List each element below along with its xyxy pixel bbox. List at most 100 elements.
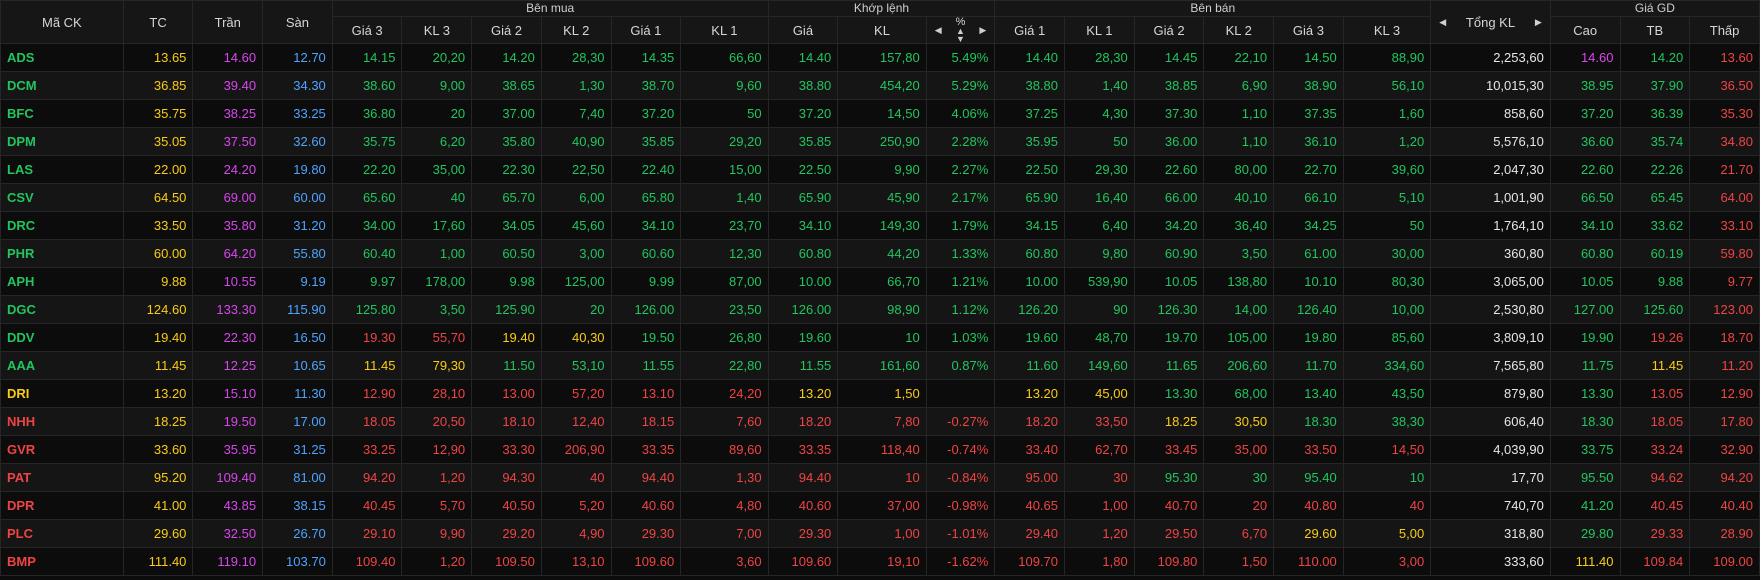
percent-sort-control[interactable]: % ▲ ▼ xyxy=(956,18,966,43)
caret-left-icon[interactable]: ◀ xyxy=(1439,15,1446,30)
col-low-header[interactable]: Thấp xyxy=(1689,16,1760,44)
col-floor-header[interactable]: Sàn xyxy=(262,0,333,44)
col-ref-header[interactable]: TC xyxy=(122,0,194,44)
table-row[interactable]: BFC 35.75 38.25 33.25 36.80 20 37.00 7,40 37.20 5… xyxy=(0,99,1760,128)
table-row[interactable]: PAT 95.20 109.40 81.00 94.20 1,20 94.30 40 94.40… xyxy=(0,463,1760,492)
match-percent-cell: 5.29% xyxy=(925,71,996,100)
sell-price1-cell: 65.90 xyxy=(994,183,1066,212)
buy-vol2-cell: 22,50 xyxy=(540,155,612,184)
floor-price-cell: 34.30 xyxy=(262,71,333,100)
col-sell-price2-header[interactable]: Giá 2 xyxy=(1133,16,1205,44)
high-price-cell: 66.50 xyxy=(1549,183,1621,212)
symbol-cell[interactable]: DRI xyxy=(0,379,124,408)
col-ceil-header[interactable]: Trần xyxy=(192,0,264,44)
buy-price3-cell: 125.80 xyxy=(331,295,403,324)
symbol-cell[interactable]: DGC xyxy=(0,295,124,324)
col-match-volume-header[interactable]: KL xyxy=(837,16,927,44)
buy-price2-cell: 65.70 xyxy=(471,183,542,212)
symbol-cell[interactable]: BFC xyxy=(0,99,124,128)
buy-price2-cell: 18.10 xyxy=(471,407,542,436)
symbol-cell[interactable]: PHR xyxy=(0,239,124,268)
symbol-cell[interactable]: AAA xyxy=(0,351,124,380)
match-price-cell: 22.50 xyxy=(767,155,839,184)
col-buy-vol2-header[interactable]: KL 2 xyxy=(540,16,612,44)
sell-vol3-cell: 1,60 xyxy=(1342,99,1432,128)
symbol-cell[interactable]: DCM xyxy=(0,71,124,100)
table-row[interactable]: AAA 11.45 12.25 10.65 11.45 79,30 11.50 53,10 11… xyxy=(0,351,1760,380)
caret-left-icon[interactable]: ◀ xyxy=(935,25,942,36)
col-sell-vol1-header[interactable]: KL 1 xyxy=(1064,16,1135,44)
avg-price-cell: 29.33 xyxy=(1619,519,1691,548)
col-total-volume-label[interactable]: Tổng KL xyxy=(1466,15,1515,30)
sell-vol1-cell: 1,20 xyxy=(1064,519,1135,548)
symbol-cell[interactable]: DPR xyxy=(0,491,124,520)
sell-vol1-cell: 28,30 xyxy=(1064,43,1135,72)
match-percent-cell: 1.33% xyxy=(925,239,996,268)
col-buy-vol1-header[interactable]: KL 1 xyxy=(680,16,769,44)
symbol-cell[interactable]: DDV xyxy=(0,323,124,352)
sell-price3-cell: 38.90 xyxy=(1273,71,1344,100)
sell-price3-cell: 33.50 xyxy=(1273,435,1344,464)
symbol-cell[interactable]: NHH xyxy=(0,407,124,436)
buy-price2-cell: 33.30 xyxy=(471,435,542,464)
table-row[interactable]: DRC 33.50 35.80 31.20 34.00 17,60 34.05 45,60 34… xyxy=(0,211,1760,240)
symbol-cell[interactable]: BMP xyxy=(0,547,124,576)
low-price-cell: 109.00 xyxy=(1689,547,1760,576)
col-buy-price3-header[interactable]: Giá 3 xyxy=(331,16,403,44)
buy-price1-cell: 109.60 xyxy=(610,547,682,576)
table-row[interactable]: CSV 64.50 69.00 60.00 65.60 40 65.70 6,00 65.80 1… xyxy=(0,183,1760,212)
col-buy-price1-header[interactable]: Giá 1 xyxy=(610,16,682,44)
sell-price3-cell: 10.10 xyxy=(1273,267,1344,296)
table-row[interactable]: DPR 41.00 43.85 38.15 40.45 5,70 40.50 5,20 40.6… xyxy=(0,491,1760,520)
col-buy-vol3-header[interactable]: KL 3 xyxy=(401,16,473,44)
buy-vol3-cell: 9,90 xyxy=(401,519,473,548)
table-row[interactable]: DPM 35.05 37.50 32.60 35.75 6,20 35.80 40,90 35.… xyxy=(0,127,1760,156)
symbol-cell[interactable]: ADS xyxy=(0,43,124,72)
table-row[interactable]: APH 9.88 10.55 9.19 9.97 178,00 9.98 125,00 9.99… xyxy=(0,267,1760,296)
sell-price3-cell: 126.40 xyxy=(1273,295,1344,324)
sell-vol1-cell: 29,30 xyxy=(1064,155,1135,184)
ceil-price-cell: 10.55 xyxy=(192,267,264,296)
caret-right-icon[interactable]: ▶ xyxy=(1535,15,1542,30)
table-row[interactable]: DDV 19.40 22.30 16.50 19.30 55,70 19.40 40,30 19… xyxy=(0,323,1760,352)
ref-price-cell: 36.85 xyxy=(122,71,194,100)
table-row[interactable]: LAS 22.00 24.20 19.80 22.20 35,00 22.30 22,50 22… xyxy=(0,155,1760,184)
table-row[interactable]: PLC 29.60 32.50 26.70 29.10 9,90 29.20 4,90 29.3… xyxy=(0,519,1760,548)
col-sell-price1-header[interactable]: Giá 1 xyxy=(994,16,1066,44)
symbol-cell[interactable]: LAS xyxy=(0,155,124,184)
buy-price3-cell: 29.10 xyxy=(331,519,403,548)
table-row[interactable]: NHH 18.25 19.50 17.00 18.05 20,50 18.10 12,40 18… xyxy=(0,407,1760,436)
col-avg-header[interactable]: TB xyxy=(1619,16,1691,44)
symbol-cell[interactable]: APH xyxy=(0,267,124,296)
col-sell-price3-header[interactable]: Giá 3 xyxy=(1273,16,1344,44)
table-row[interactable]: ADS 13.65 14.60 12.70 14.15 20,20 14.20 28,30 14… xyxy=(0,43,1760,72)
col-high-header[interactable]: Cao xyxy=(1549,16,1621,44)
table-row[interactable]: DCM 36.85 39.40 34.30 38.60 9,00 38.65 1,30 38.7… xyxy=(0,71,1760,100)
col-sell-vol2-header[interactable]: KL 2 xyxy=(1203,16,1275,44)
avg-price-cell: 40.45 xyxy=(1619,491,1691,520)
buy-vol2-cell: 3,00 xyxy=(540,239,612,268)
buy-vol3-cell: 35,00 xyxy=(401,155,473,184)
col-symbol-header[interactable]: Mã CK xyxy=(0,0,124,44)
table-row[interactable]: GVR 33.60 35.95 31.25 33.25 12,90 33.30 206,90 3… xyxy=(0,435,1760,464)
caret-right-icon[interactable]: ▶ xyxy=(979,25,986,36)
ceil-price-cell: 32.50 xyxy=(192,519,264,548)
symbol-cell[interactable]: CSV xyxy=(0,183,124,212)
ceil-price-cell: 43.85 xyxy=(192,491,264,520)
symbol-cell[interactable]: DPM xyxy=(0,127,124,156)
col-buy-price2-header[interactable]: Giá 2 xyxy=(471,16,542,44)
table-row[interactable]: BMP 111.40 119.10 103.70 109.40 1,20 109.50 13,… xyxy=(0,547,1760,576)
symbol-cell[interactable]: PAT xyxy=(0,463,124,492)
table-row[interactable]: DGC 124.60 133.30 115.90 125.80 3,50 125.90 20 1… xyxy=(0,295,1760,324)
buy-price3-cell: 65.60 xyxy=(331,183,403,212)
table-row[interactable]: PHR 60.00 64.20 55.80 60.40 1,00 60.50 3,00 60.6… xyxy=(0,239,1760,268)
symbol-cell[interactable]: PLC xyxy=(0,519,124,548)
col-sell-vol3-header[interactable]: KL 3 xyxy=(1342,16,1432,44)
col-match-price-header[interactable]: Giá xyxy=(767,16,839,44)
buy-price3-cell: 11.45 xyxy=(331,351,403,380)
match-percent-cell: 0.87% xyxy=(925,351,996,380)
table-row[interactable]: DRI 13.20 15.10 11.30 12.90 28,10 13.00 57,20 13… xyxy=(0,379,1760,408)
buy-vol3-cell: 9,00 xyxy=(401,71,473,100)
symbol-cell[interactable]: DRC xyxy=(0,211,124,240)
symbol-cell[interactable]: GVR xyxy=(0,435,124,464)
